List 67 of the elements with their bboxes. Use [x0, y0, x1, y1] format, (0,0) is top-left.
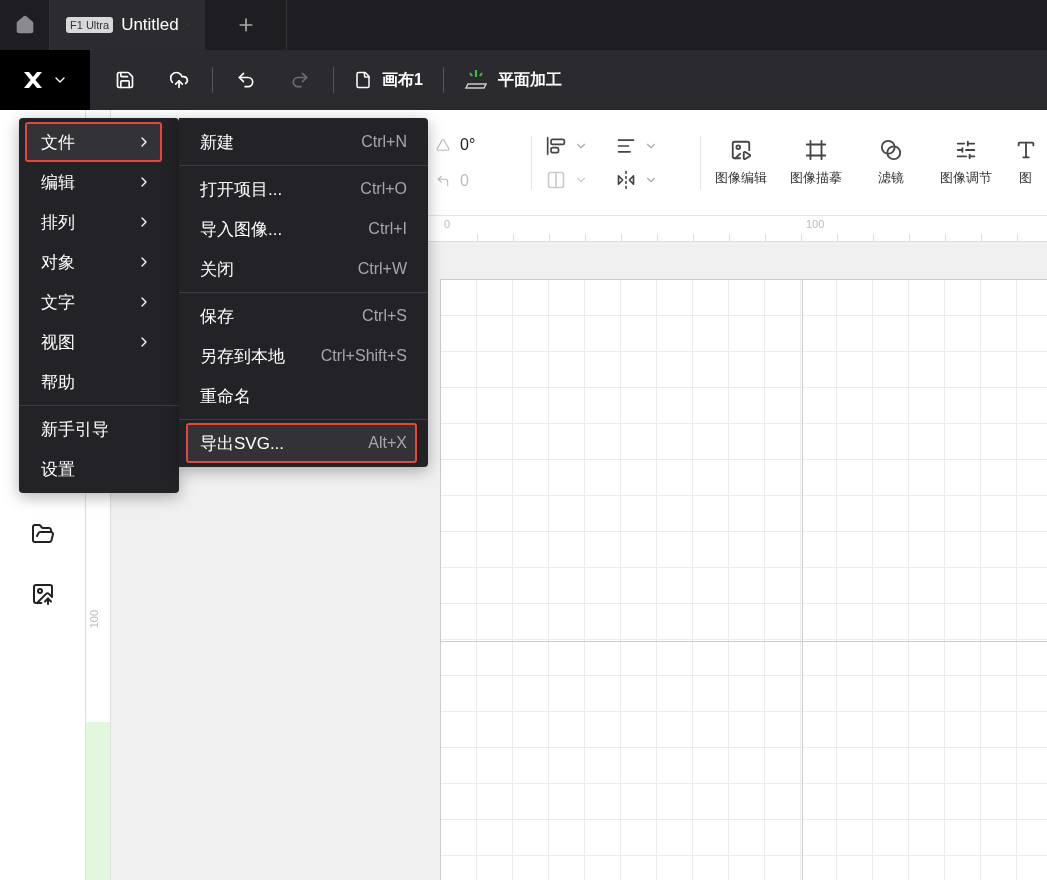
shortcut-text: Ctrl+W — [357, 260, 407, 278]
submenu-item[interactable]: 导出SVG... Alt+X — [186, 423, 417, 463]
tool-button[interactable]: 图像描摹 — [778, 138, 853, 187]
menu-item[interactable]: 排列 — [25, 202, 162, 242]
frame-image-icon — [804, 138, 827, 161]
menu-item[interactable]: 文件 — [25, 122, 162, 162]
submenu-item[interactable]: 关闭 Ctrl+W — [186, 249, 417, 289]
shortcut-text: Ctrl+Shift+S — [320, 347, 407, 365]
logo-menu-button[interactable] — [0, 50, 90, 110]
ruler-label: 100 — [806, 218, 825, 230]
menu-item[interactable]: 视图 — [25, 322, 162, 362]
item-label: 重命名 — [200, 385, 251, 408]
folder-icon[interactable] — [30, 522, 55, 546]
canvas-name-button[interactable]: 画布1 — [340, 69, 437, 91]
item-label: 导出SVG... — [200, 432, 285, 455]
shortcut-text: Alt+X — [368, 434, 407, 452]
shortcut-text: Ctrl+I — [368, 220, 407, 238]
mode-button[interactable]: 平面加工 — [449, 69, 576, 91]
align-icon — [546, 135, 566, 156]
item-label: 导入图像... — [200, 218, 283, 241]
menu-item[interactable]: 文字 — [25, 282, 162, 322]
submenu-item[interactable]: 打开项目... Ctrl+O — [186, 169, 417, 209]
tool-button[interactable]: 图 — [1003, 138, 1047, 187]
menu-item[interactable]: 设置 — [25, 449, 162, 489]
ruler-label: 100 — [88, 610, 100, 629]
home-icon — [14, 15, 35, 35]
tool-button[interactable]: 图像编辑 — [703, 138, 778, 187]
radius-value: 0 — [460, 171, 469, 190]
redo-icon — [290, 70, 310, 90]
flip-icon — [616, 169, 636, 190]
image-upload-icon[interactable] — [30, 582, 55, 606]
cloud-upload-icon — [169, 70, 189, 90]
submenu-item[interactable]: 保存 Ctrl+S — [186, 296, 417, 336]
submenu-item[interactable]: 另存到本地 Ctrl+Shift+S — [186, 336, 417, 376]
submenu-item[interactable]: 新建 Ctrl+N — [186, 122, 417, 162]
menu-item[interactable]: 新手引导 — [25, 409, 162, 449]
angle-value: 0° — [460, 135, 476, 154]
logo-icon — [22, 71, 44, 89]
corner-icon — [436, 173, 450, 188]
item-label: 保存 — [200, 305, 234, 328]
item-label: 关闭 — [200, 258, 234, 281]
distribute-icon — [546, 169, 566, 190]
angle-icon — [436, 137, 450, 152]
device-badge: F1 Ultra — [66, 17, 114, 33]
document-tab[interactable]: F1 Ultra Untitled — [50, 0, 205, 50]
submenu-item[interactable]: 导入图像... Ctrl+I — [186, 209, 417, 249]
undo-icon — [236, 70, 256, 90]
image-edit-icon — [729, 138, 752, 161]
menu-item[interactable]: 帮助 — [25, 362, 162, 402]
tab-title: Untitled — [121, 15, 179, 35]
save-icon — [115, 70, 135, 90]
shortcut-text: Ctrl+N — [361, 133, 407, 151]
item-label: 新建 — [200, 131, 234, 154]
tool-button[interactable]: 滤镜 — [853, 138, 928, 187]
laser-icon — [463, 69, 488, 91]
circles-icon — [879, 138, 902, 161]
file-icon — [354, 71, 372, 89]
ruler-label: 0 — [444, 218, 451, 230]
submenu-item[interactable]: 重命名 — [186, 376, 417, 416]
item-label: 打开项目... — [200, 178, 283, 201]
shortcut-text: Ctrl+S — [362, 307, 407, 325]
tool-button[interactable]: 图像调节 — [928, 138, 1003, 187]
item-label: 另存到本地 — [200, 345, 285, 368]
shortcut-text: Ctrl+O — [360, 180, 407, 198]
menu-item[interactable]: 编辑 — [25, 162, 162, 202]
menu-item[interactable]: 对象 — [25, 242, 162, 282]
sliders-icon — [954, 138, 977, 161]
